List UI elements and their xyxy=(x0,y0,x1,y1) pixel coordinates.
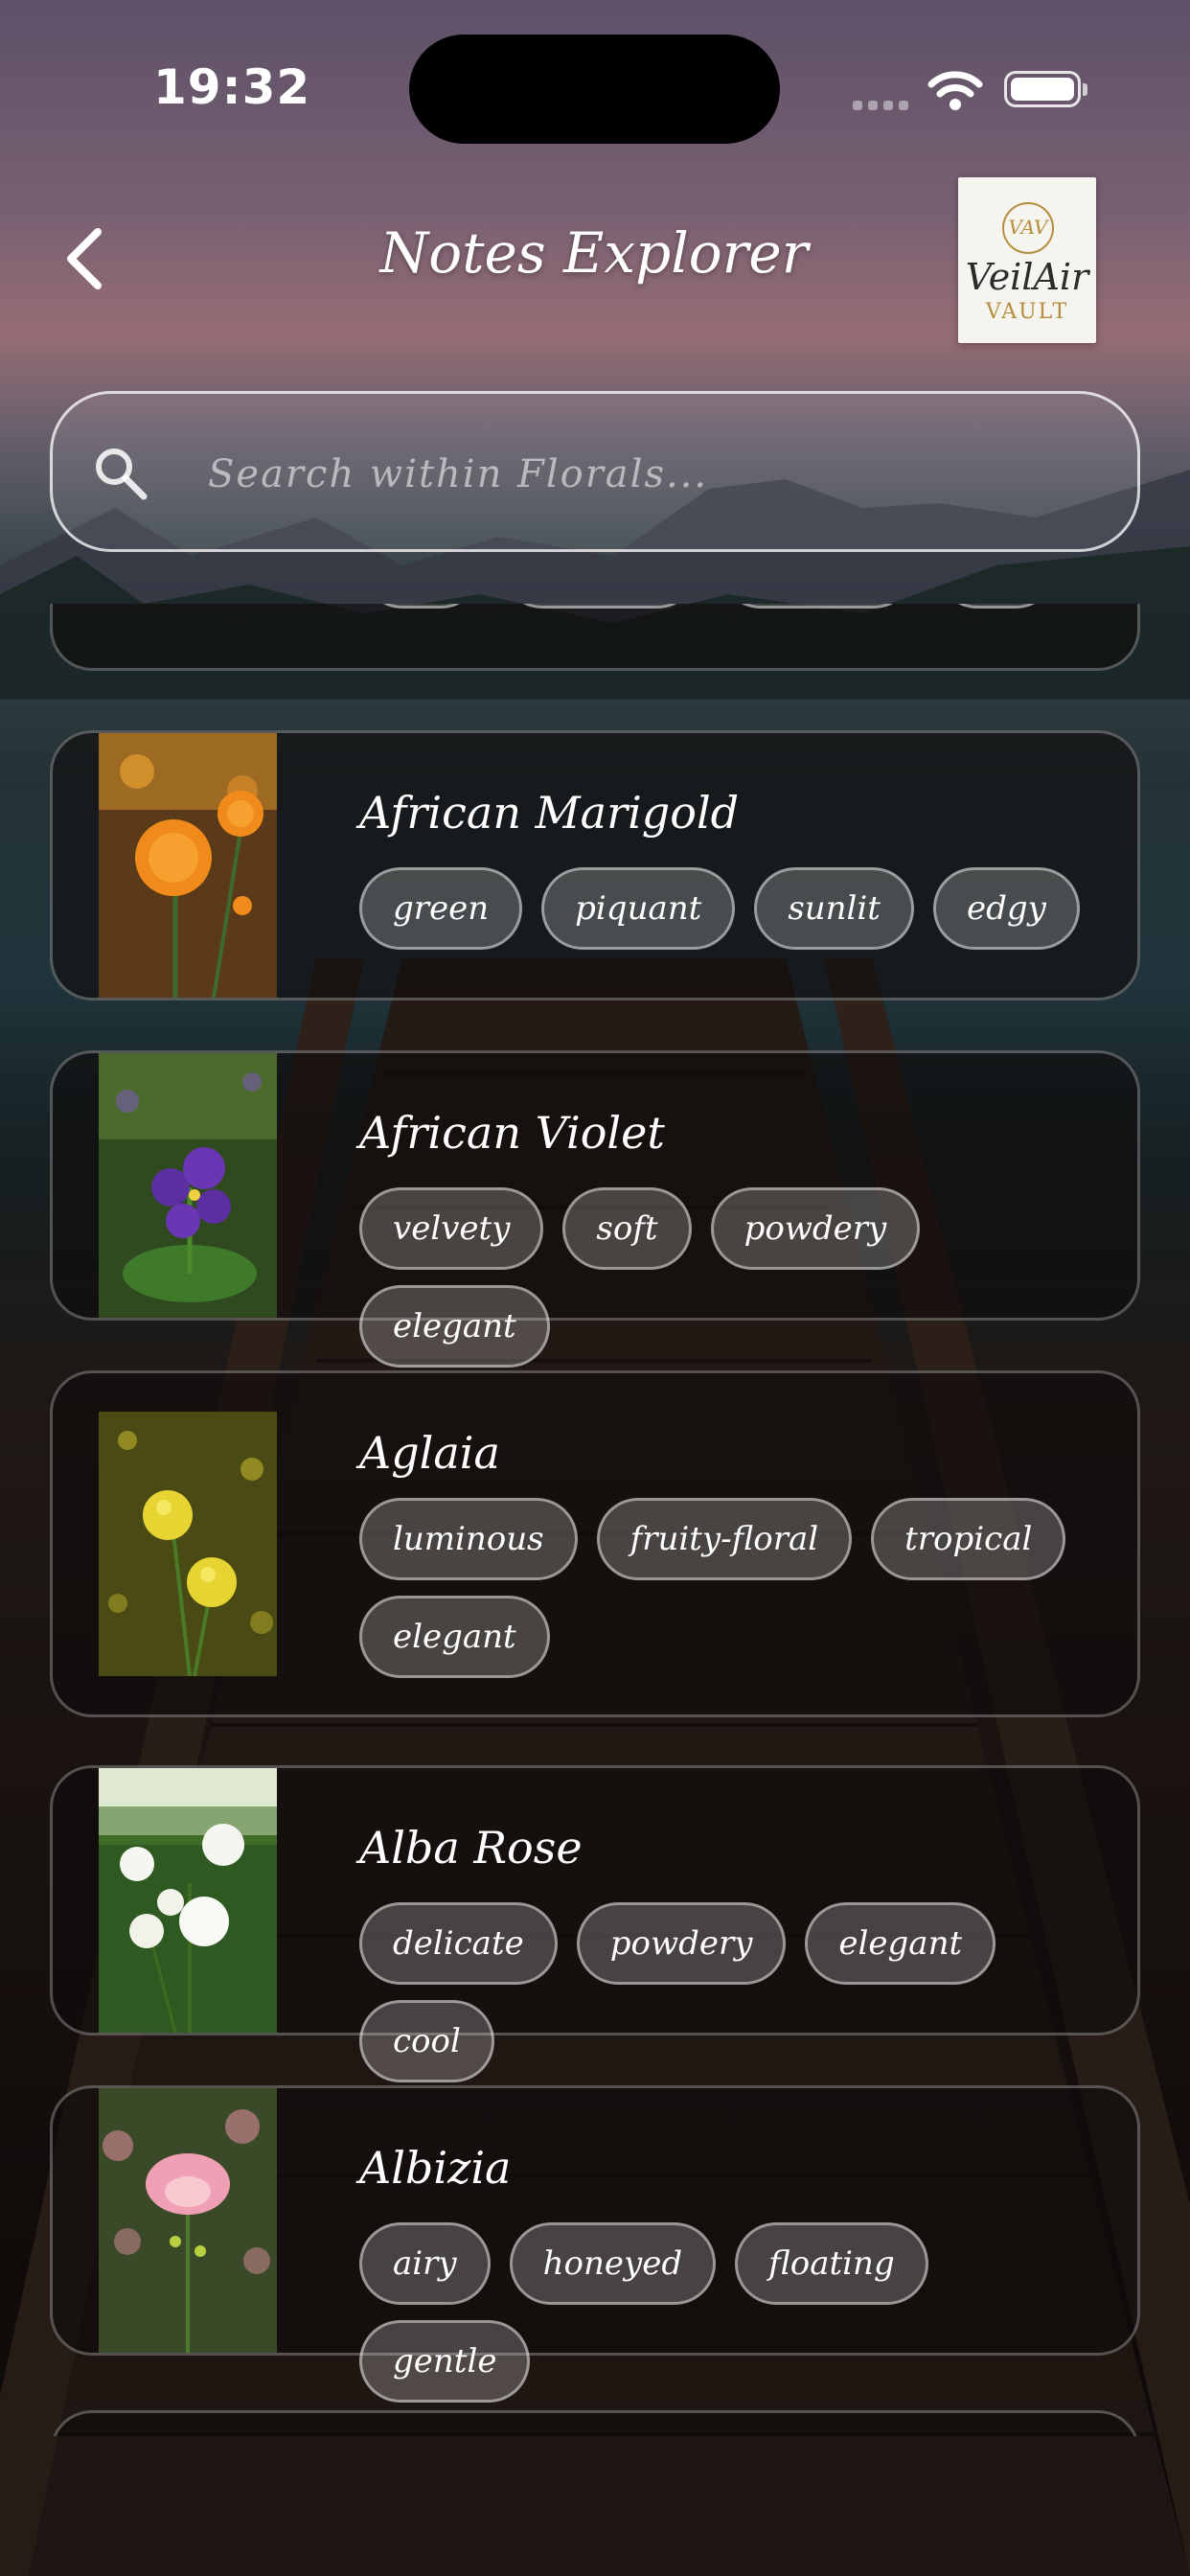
dynamic-island xyxy=(409,34,780,144)
flower-image xyxy=(99,733,277,998)
logo-subtitle: VAULT xyxy=(985,300,1069,324)
flower-image xyxy=(99,2088,277,2353)
tag-chip[interactable]: powdery xyxy=(710,1187,921,1270)
tag-chip[interactable]: sunlit xyxy=(754,867,914,950)
tag-chip[interactable]: velvety xyxy=(359,1187,544,1270)
tag-chip[interactable]: airy xyxy=(359,2222,491,2305)
tag-chip[interactable]: cool xyxy=(359,2000,494,2082)
wifi-icon xyxy=(927,71,983,110)
list-item-alba-rose[interactable]: Alba Rose delicate powdery elegant cool xyxy=(50,1765,1140,2082)
item-name: African Violet xyxy=(359,1107,665,1159)
tag-partial xyxy=(720,604,915,609)
flower-image xyxy=(99,1768,277,2033)
page-title: Notes Explorer xyxy=(379,220,809,286)
status-time: 19:32 xyxy=(153,59,311,115)
tag-partial xyxy=(501,604,698,609)
cellular-signal-icon xyxy=(853,96,914,114)
back-chevron-icon[interactable] xyxy=(56,220,113,297)
search-input[interactable] xyxy=(206,432,1072,517)
list-item-albizia[interactable]: Albizia airy honeyed floating gentle xyxy=(50,2085,1140,2403)
tag-chip[interactable]: green xyxy=(359,867,523,950)
list-item-african-marigold[interactable]: African Marigold green piquant sunlit ed… xyxy=(50,730,1140,1000)
tag-partial xyxy=(361,604,482,609)
logo-monogram: VAV xyxy=(1002,202,1054,254)
tag-chip[interactable]: floating xyxy=(735,2222,928,2305)
tag-chip[interactable]: elegant xyxy=(359,1596,550,1678)
tag-list: delicate powdery elegant cool xyxy=(359,1902,1107,2082)
list-item-partial-top[interactable] xyxy=(50,604,1140,671)
tag-partial xyxy=(936,604,1057,609)
flower-image xyxy=(99,1053,277,1318)
item-name: Aglaia xyxy=(359,1427,500,1479)
item-name: Alba Rose xyxy=(359,1822,583,1874)
notes-list[interactable]: African Marigold green piquant sunlit ed… xyxy=(0,604,1190,2436)
tag-chip[interactable]: gentle xyxy=(359,2320,531,2403)
search-icon xyxy=(96,448,148,500)
list-item-african-violet[interactable]: African Violet velvety soft powdery eleg… xyxy=(50,1050,1140,1368)
tag-chip[interactable]: soft xyxy=(562,1187,692,1270)
tag-chip[interactable]: edgy xyxy=(932,867,1080,950)
flower-image xyxy=(99,1412,277,1676)
logo-name: VeilAir xyxy=(965,256,1089,298)
item-name: Albizia xyxy=(359,2142,512,2194)
tag-list: green piquant sunlit edgy xyxy=(359,867,1107,950)
tag-chip[interactable]: luminous xyxy=(359,1498,578,1580)
battery-icon xyxy=(1004,71,1087,107)
tag-list: airy honeyed floating gentle xyxy=(359,2222,1107,2403)
item-name: African Marigold xyxy=(359,787,740,839)
tag-list: luminous fruity-floral tropical elegant xyxy=(359,1498,1107,1678)
tag-chip[interactable]: honeyed xyxy=(509,2222,717,2305)
tag-chip[interactable]: piquant xyxy=(541,867,736,950)
brand-logo[interactable]: VAV VeilAir VAULT xyxy=(958,177,1096,343)
status-bar: 19:32 xyxy=(0,0,1190,182)
tag-chip[interactable]: elegant xyxy=(805,1902,996,1985)
search-bar[interactable] xyxy=(50,391,1140,552)
tag-chip[interactable]: fruity-floral xyxy=(596,1498,853,1580)
tag-chip[interactable]: tropical xyxy=(871,1498,1066,1580)
tag-chip[interactable]: elegant xyxy=(359,1285,550,1368)
list-item-partial-bottom[interactable] xyxy=(50,2410,1140,2436)
tag-chip[interactable]: delicate xyxy=(359,1902,558,1985)
list-item-aglaia[interactable]: Aglaia luminous fruity-floral tropical e… xyxy=(50,1370,1140,1717)
tag-chip[interactable]: powdery xyxy=(576,1902,787,1985)
tag-list: velvety soft powdery elegant xyxy=(359,1187,1107,1368)
